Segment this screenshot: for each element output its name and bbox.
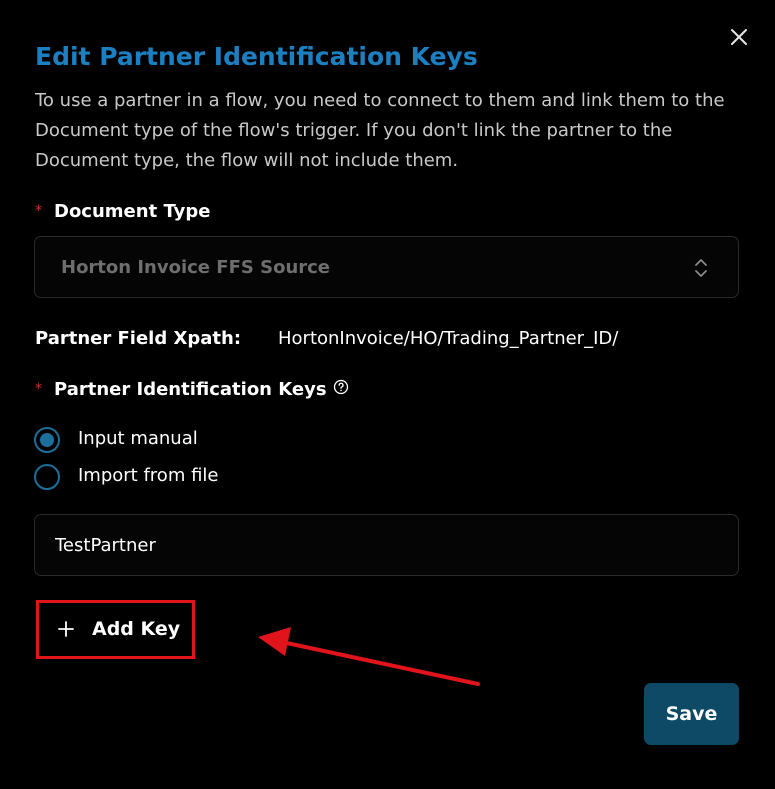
- partner-key-input[interactable]: [34, 514, 739, 576]
- partner-keys-label: * Partner Identification Keys: [35, 379, 349, 400]
- close-icon[interactable]: [728, 26, 750, 48]
- xpath-label: Partner Field Xpath:: [35, 328, 242, 349]
- help-circle-icon[interactable]: [333, 379, 349, 395]
- dialog-description: To use a partner in a flow, you need to …: [35, 90, 725, 171]
- plus-icon: [58, 621, 74, 637]
- xpath-value: HortonInvoice/HO/Trading_Partner_ID/: [278, 328, 619, 349]
- dialog-title: Edit Partner Identification Keys: [35, 42, 478, 71]
- required-marker: *: [35, 203, 42, 219]
- add-key-label: Add Key: [92, 618, 181, 640]
- document-type-label: * Document Type: [35, 201, 210, 222]
- document-type-value: Horton Invoice FFS Source: [61, 257, 331, 278]
- save-button[interactable]: Save: [644, 683, 739, 745]
- radio-button-unchecked[interactable]: [34, 464, 60, 490]
- partner-keys-label-text: Partner Identification Keys: [54, 379, 327, 400]
- radio-input-manual-label: Input manual: [78, 428, 198, 449]
- chevron-up-down-icon: [695, 259, 707, 277]
- edit-keys-dialog: Edit Partner Identification Keys To use …: [0, 0, 775, 789]
- document-type-select[interactable]: Horton Invoice FFS Source: [34, 236, 739, 298]
- required-marker: *: [35, 381, 42, 397]
- document-type-label-text: Document Type: [54, 201, 211, 222]
- radio-import-from-file-label: Import from file: [78, 465, 219, 486]
- radio-button-checked[interactable]: [34, 427, 60, 453]
- add-key-button[interactable]: Add Key: [38, 602, 193, 657]
- close-button[interactable]: [728, 26, 750, 48]
